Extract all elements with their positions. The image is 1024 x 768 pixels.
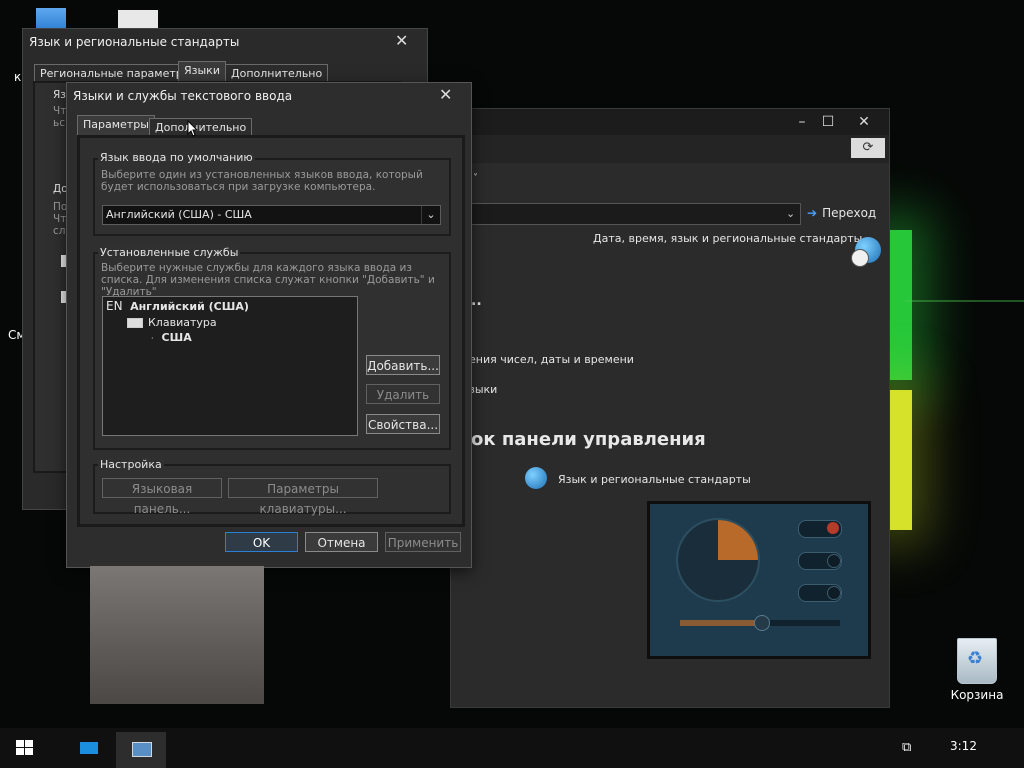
partial-text: ьс (53, 117, 65, 129)
mouse-cursor-icon (187, 120, 199, 137)
header-category-link[interactable]: Дата, время, язык и региональные стандар… (593, 232, 862, 245)
slider-fill (680, 620, 758, 626)
partial-text: сл (53, 225, 66, 237)
partial-text: Чт (53, 105, 67, 117)
installed-services-label: Установленные службы (98, 246, 241, 259)
recycle-bin-icon (957, 638, 997, 684)
clock-time[interactable]: 3:12 (950, 739, 977, 753)
link-languages[interactable]: зыки (469, 383, 497, 396)
blurred-preview (90, 566, 264, 704)
toggle-graphic (798, 520, 842, 538)
tree-bullet-icon: · (151, 334, 154, 343)
link-number-date-formats[interactable]: ения чисел, даты и времени (469, 353, 634, 366)
ok-button[interactable]: OK (225, 532, 298, 552)
cancel-button[interactable]: Отмена (305, 532, 378, 552)
toggle-graphic (798, 552, 842, 570)
tree-row-keyboard[interactable]: Клавиатура (127, 316, 217, 329)
close-icon[interactable]: ✕ (847, 109, 881, 135)
windows-start-icon[interactable] (16, 740, 34, 756)
go-button[interactable]: ➔ Переход (807, 203, 876, 223)
search-results-heading: ок панели управления (471, 429, 706, 450)
add-button[interactable]: Добавить... (366, 355, 440, 375)
pie-wedge (718, 520, 758, 560)
taskbar: ⧉ 3:12 (0, 728, 1024, 768)
chevron-down-icon[interactable]: ⌄ (421, 206, 440, 224)
control-panel-titlebar: – ☐ ✕ (451, 109, 889, 135)
dialog-title: Язык и региональные стандарты (29, 35, 240, 49)
pie-chart-graphic (676, 518, 760, 602)
text-services-dialog: Языки и службы текстового ввода ✕ Параме… (66, 82, 472, 568)
desktop-icon-settings-doc[interactable] (118, 10, 158, 30)
wallpaper-beam (905, 300, 1024, 302)
partial-text: Чт (53, 213, 67, 225)
taskbar-item-explorer[interactable] (64, 732, 114, 768)
properties-button[interactable]: Свойства... (366, 414, 440, 434)
default-language-value: Английский (США) - США (106, 208, 252, 221)
tree-row-language[interactable]: EN Английский (США) (106, 299, 249, 313)
default-language-select[interactable]: Английский (США) - США ⌄ (102, 205, 441, 225)
installed-services-tree[interactable]: EN Английский (США) Клавиатура · США (102, 296, 358, 436)
globe-icon (525, 467, 547, 489)
monitor-icon (80, 742, 98, 754)
tree-row-layout[interactable]: · США (151, 331, 192, 344)
lang-code: EN (106, 299, 123, 313)
tree-layout-name: США (161, 331, 192, 344)
chevron-down-icon[interactable]: ˅ (473, 173, 478, 184)
settings-label: Настройка (98, 458, 164, 471)
refresh-button[interactable]: ⟳ (851, 138, 885, 158)
installed-services-description: Выберите нужные службы для каждого языка… (101, 262, 435, 298)
desktop-icon-recycle-bin[interactable]: Корзина (946, 638, 1008, 702)
remove-button[interactable]: Удалить (366, 384, 440, 404)
control-panel-icon (132, 742, 152, 757)
toggle-dot (827, 554, 841, 568)
arrow-right-icon: ➔ (807, 206, 818, 220)
keyboard-settings-button[interactable]: Параметры клавиатуры... (228, 478, 378, 516)
desktop-icon-label-fragment: к (14, 70, 22, 84)
taskbar-item-control-panel[interactable] (116, 732, 166, 768)
close-icon[interactable]: ✕ (395, 31, 408, 50)
action-center-icon[interactable]: ⧉ (902, 740, 911, 755)
toggle-dot (827, 522, 839, 534)
default-input-label: Язык ввода по умолчанию (98, 151, 255, 164)
tree-category-name: Клавиатура (148, 316, 217, 329)
tree-language-name: Английский (США) (130, 300, 249, 313)
dialog-title: Языки и службы текстового ввода (73, 89, 293, 103)
clock-icon (851, 249, 869, 267)
toggle-dot (827, 586, 841, 600)
language-bar-button[interactable]: Языковая панель... (102, 478, 222, 516)
control-panel-toolbar: ⟳ (451, 135, 889, 163)
result-item-region[interactable]: Язык и региональные стандарты (558, 473, 751, 486)
dots-fragment: .. (471, 293, 482, 309)
parameters-tab-panel: Язык ввода по умолчанию Выберите один из… (77, 135, 465, 527)
go-label: Переход (822, 206, 877, 220)
apply-button[interactable]: Применить (385, 532, 461, 552)
slider-knob (754, 615, 770, 631)
recycle-bin-label: Корзина (950, 688, 1004, 702)
toggle-graphic (798, 584, 842, 602)
close-icon[interactable]: ✕ (439, 85, 452, 104)
address-dropdown-icon[interactable]: ⌄ (786, 204, 795, 224)
address-bar[interactable]: ⌄ (451, 203, 801, 225)
default-input-description: Выберите один из установленных языков вв… (101, 169, 423, 193)
control-panel-window: – ☐ ✕ ⟳ ˅ ⌄ ➔ Переход Дата, время, язык и… (450, 108, 890, 708)
illustration-panel (647, 501, 871, 659)
desktop-icon-folder[interactable] (36, 8, 66, 30)
maximize-icon[interactable]: ☐ (811, 109, 845, 135)
keyboard-icon (127, 318, 143, 328)
